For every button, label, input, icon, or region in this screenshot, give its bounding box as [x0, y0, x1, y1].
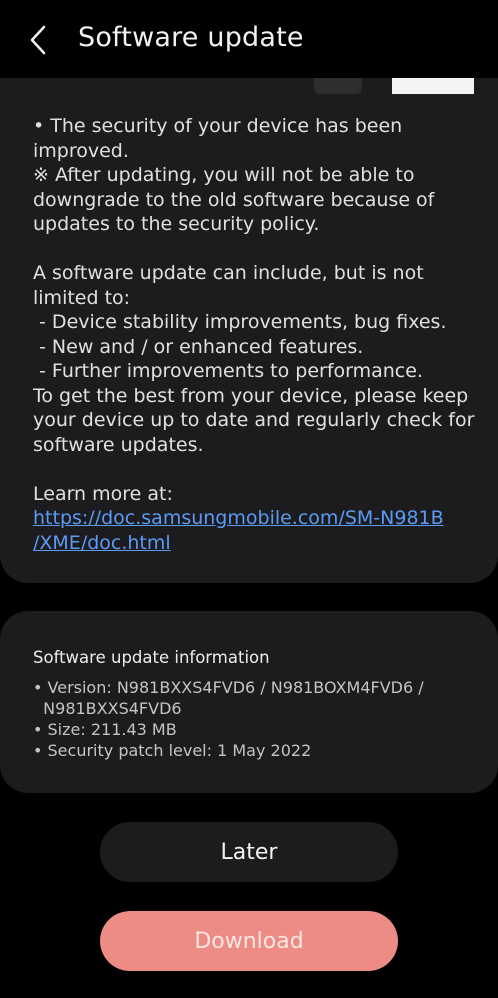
- page-title: Software update: [78, 22, 304, 53]
- header: Software update: [0, 0, 498, 80]
- notes-line: your device up to date and regularly che…: [33, 409, 475, 431]
- learn-more-link-continued[interactable]: /XME/doc.html: [33, 531, 473, 556]
- software-update-screen: Software update • The security of your d…: [0, 0, 498, 998]
- size-line: • Size: 211.43 MB: [33, 720, 177, 739]
- image-thumbnail: [314, 78, 362, 94]
- notes-line: improved.: [33, 139, 129, 162]
- download-button-label: Download: [194, 928, 304, 954]
- notes-line: To get the best from your device, please…: [33, 384, 469, 407]
- notes-line: ※ After updating, you will not be able t…: [33, 164, 415, 186]
- later-button[interactable]: Later: [100, 822, 398, 882]
- notes-line: A software update can include, but is no…: [33, 262, 424, 284]
- release-notes-card[interactable]: • The security of your device has been i…: [0, 78, 498, 583]
- notes-line: - Further improvements to performance.: [33, 360, 423, 382]
- info-title: Software update information: [33, 648, 270, 667]
- version-line: N981BXXS4FVD6: [33, 699, 182, 718]
- notes-line: • The security of your device has been: [33, 115, 403, 137]
- download-button[interactable]: Download: [100, 911, 398, 971]
- later-button-label: Later: [220, 839, 278, 865]
- chevron-left-icon: [29, 25, 47, 55]
- back-button[interactable]: [22, 24, 54, 56]
- notes-line: - New and / or enhanced features.: [33, 335, 364, 358]
- image-thumbnail: [392, 78, 474, 94]
- link-text[interactable]: /XME/doc.html: [33, 532, 171, 554]
- update-info-card: Software update information • Version: N…: [0, 611, 498, 793]
- notes-line: updates to the security policy.: [33, 213, 320, 235]
- learn-more-label: Learn more at:: [33, 482, 173, 505]
- link-text[interactable]: https://doc.samsungmobile.com/SM-N981B: [33, 507, 444, 529]
- notes-line: software updates.: [33, 433, 204, 456]
- notes-line: - Device stability improvements, bug fix…: [33, 311, 447, 333]
- release-notes-text: • The security of your device has been i…: [33, 114, 475, 556]
- notes-line: downgrade to the old software because of: [33, 188, 435, 211]
- version-line: • Version: N981BXXS4FVD6 / N981BOXM4FVD6…: [33, 678, 424, 697]
- learn-more-link[interactable]: https://doc.samsungmobile.com/SM-N981B: [33, 506, 473, 531]
- security-patch-line: • Security patch level: 1 May 2022: [33, 741, 312, 760]
- notes-line: limited to:: [33, 286, 131, 309]
- info-list: • Version: N981BXXS4FVD6 / N981BOXM4FVD6…: [33, 677, 424, 761]
